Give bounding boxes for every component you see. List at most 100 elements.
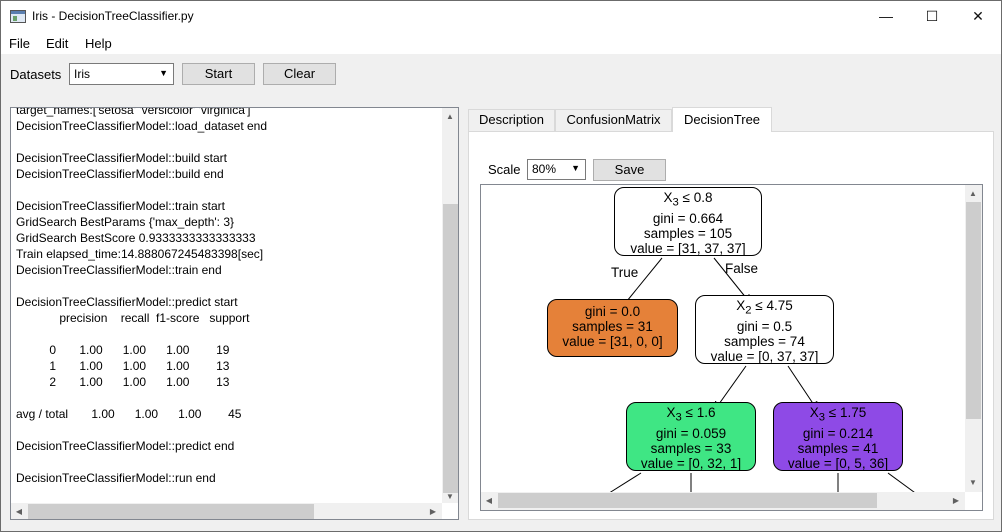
scroll-left-arrow-icon[interactable]: ◀: [11, 507, 27, 516]
log-vscroll-thumb[interactable]: [443, 204, 458, 493]
node-value: value = [31, 0, 0]: [562, 334, 663, 349]
maximize-button[interactable]: ☐: [909, 1, 955, 32]
datasets-label: Datasets: [10, 67, 62, 82]
node-value: value = [0, 32, 1]: [640, 455, 742, 471]
log-line: DecisionTreeClassifierModel::build end: [16, 167, 224, 181]
split-feature: X: [666, 405, 676, 420]
split-feature: X: [809, 405, 819, 420]
scale-label: Scale: [488, 162, 521, 177]
log-line: DecisionTreeClassifierModel::train start: [16, 199, 225, 213]
close-button[interactable]: ✕: [955, 1, 1001, 32]
save-button[interactable]: Save: [593, 159, 666, 181]
decision-tree-canvas[interactable]: True False X3 ≤ 0.8 gini = 0.664 samples…: [480, 184, 983, 511]
tree-node-right: X2 ≤ 4.75 gini = 0.5 samples = 74 value …: [695, 295, 834, 364]
node-samples: samples = 105: [643, 225, 733, 241]
datasets-select[interactable]: Iris ▼: [69, 63, 174, 85]
tree-node-left-leaf: gini = 0.0 samples = 31 value = [31, 0, …: [547, 299, 678, 357]
log-line: avg / total 1.00 1.00 1.00 45: [16, 407, 242, 421]
split-threshold: ≤ 1.6: [681, 405, 716, 420]
log-line: DecisionTreeClassifierModel::run end: [16, 471, 216, 485]
tab-decision-tree[interactable]: DecisionTree: [672, 107, 772, 132]
log-line: 2 1.00 1.00 1.00 13: [16, 375, 230, 389]
node-samples: samples = 41: [797, 440, 879, 456]
log-vertical-scrollbar[interactable]: ▲ ▼: [442, 108, 458, 503]
node-gini: gini = 0.214: [802, 425, 874, 441]
tree-horizontal-scrollbar[interactable]: ◀ ▶: [481, 492, 965, 510]
chevron-down-icon: ▼: [159, 68, 168, 78]
title-bar: Iris - DecisionTreeClassifier.py — ☐ ✕: [1, 1, 1001, 32]
scroll-left-arrow-icon[interactable]: ◀: [481, 496, 497, 505]
edge-label-true: True: [611, 265, 639, 280]
start-button[interactable]: Start: [182, 63, 255, 85]
node-value: value = [0, 5, 36]: [787, 455, 889, 471]
split-threshold: ≤ 0.8: [678, 190, 713, 205]
node-split: X3 ≤ 0.8: [615, 190, 761, 211]
log-line: 0 1.00 1.00 1.00 19: [16, 343, 230, 357]
node-split: X3 ≤ 1.6: [627, 405, 755, 426]
scale-select[interactable]: 80% ▼: [527, 159, 586, 180]
decision-tree-page: Scale 80% ▼ Save True False X3 ≤ 0.8 gin…: [468, 131, 994, 520]
log-text: target_names:['setosa' 'versicolor' 'vir…: [16, 107, 441, 486]
node-gini: gini = 0.5: [736, 318, 793, 334]
tree-node-rr: X3 ≤ 1.75 gini = 0.214 samples = 41 valu…: [773, 402, 903, 471]
node-value: value = [31, 37, 37]: [630, 240, 746, 256]
node-gini: gini = 0.664: [652, 210, 724, 226]
menu-edit[interactable]: Edit: [46, 36, 68, 51]
node-samples: samples = 31: [572, 319, 653, 334]
log-line: GridSearch BestParams {'max_depth': 3}: [16, 215, 235, 229]
minimize-button[interactable]: —: [863, 1, 909, 32]
log-output[interactable]: target_names:['setosa' 'versicolor' 'vir…: [10, 107, 459, 520]
log-hscroll-thumb[interactable]: [28, 504, 314, 519]
split-threshold: ≤ 1.75: [825, 405, 867, 420]
node-samples: samples = 33: [650, 440, 732, 456]
chevron-down-icon: ▼: [571, 163, 580, 173]
log-line: DecisionTreeClassifierModel::predict sta…: [16, 295, 238, 309]
log-line: 1 1.00 1.00 1.00 13: [16, 359, 230, 373]
scroll-right-arrow-icon[interactable]: ▶: [948, 496, 964, 505]
scroll-down-arrow-icon[interactable]: ▼: [442, 492, 458, 501]
scroll-up-arrow-icon[interactable]: ▲: [965, 189, 981, 198]
log-line: DecisionTreeClassifierModel::build start: [16, 151, 227, 165]
window-title: Iris - DecisionTreeClassifier.py: [32, 9, 194, 23]
scroll-down-arrow-icon[interactable]: ▼: [965, 478, 981, 487]
log-line: DecisionTreeClassifierModel::load_datase…: [16, 119, 268, 133]
split-feature: X: [736, 298, 746, 313]
node-gini: gini = 0.059: [655, 425, 727, 441]
tab-description[interactable]: Description: [468, 109, 555, 131]
clear-button[interactable]: Clear: [263, 63, 336, 85]
datasets-select-value: Iris: [74, 67, 90, 81]
menu-file[interactable]: File: [9, 36, 30, 51]
node-split: X2 ≤ 4.75: [696, 298, 833, 319]
tab-control: Description ConfusionMatrix DecisionTree…: [468, 107, 994, 520]
scale-select-value: 80%: [532, 162, 557, 176]
tree-vertical-scrollbar[interactable]: ▲ ▼: [965, 185, 982, 492]
tree-node-root: X3 ≤ 0.8 gini = 0.664 samples = 105 valu…: [614, 187, 762, 256]
tree-node-rl: X3 ≤ 1.6 gini = 0.059 samples = 33 value…: [626, 402, 756, 471]
log-line: DecisionTreeClassifierModel::predict end: [16, 439, 235, 453]
app-window: Iris - DecisionTreeClassifier.py — ☐ ✕ F…: [0, 0, 1002, 532]
tab-confusion-matrix[interactable]: ConfusionMatrix: [555, 109, 672, 131]
tree-hscroll-thumb[interactable]: [498, 493, 877, 508]
scroll-up-arrow-icon[interactable]: ▲: [442, 112, 458, 121]
log-line: GridSearch BestScore 0.9333333333333333: [16, 231, 256, 245]
tree-vscroll-thumb[interactable]: [966, 202, 981, 419]
log-line: Train elapsed_time:14.888067245483398[se…: [16, 247, 264, 261]
log-line: precision recall f1-score support: [16, 311, 250, 325]
menu-help[interactable]: Help: [85, 36, 112, 51]
log-horizontal-scrollbar[interactable]: ◀ ▶: [11, 503, 442, 519]
node-split: X3 ≤ 1.75: [774, 405, 902, 426]
log-line: target_names:['setosa' 'versicolor' 'vir…: [16, 107, 251, 117]
node-samples: samples = 74: [724, 333, 805, 349]
app-icon: [10, 10, 26, 23]
scroll-right-arrow-icon[interactable]: ▶: [425, 507, 441, 516]
split-feature: X: [663, 190, 673, 205]
edge-label-false: False: [725, 261, 759, 276]
menu-bar: File Edit Help: [1, 32, 1001, 54]
